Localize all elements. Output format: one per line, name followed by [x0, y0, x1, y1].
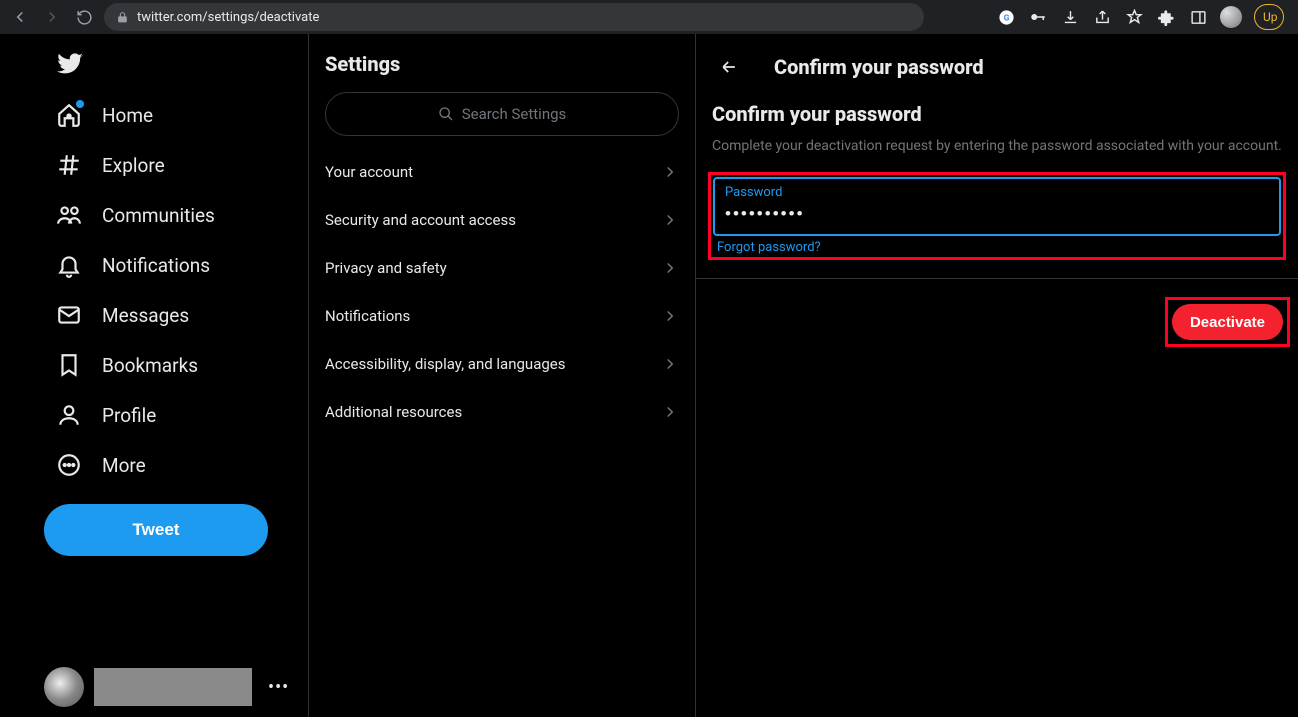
primary-nav: Home Explore Communities Notifications [0, 34, 308, 717]
forgot-password-link[interactable]: Forgot password? [713, 236, 1281, 255]
search-icon [438, 106, 454, 122]
nav-explore[interactable]: Explore [44, 140, 308, 190]
settings-item-label: Notifications [325, 307, 410, 325]
main-column: Confirm your password Confirm your passw… [696, 34, 1298, 717]
svg-text:G: G [1003, 13, 1009, 23]
nav-label: Bookmarks [102, 354, 198, 377]
google-icon[interactable]: G [996, 7, 1016, 27]
chevron-right-icon [661, 355, 679, 373]
nav-label: Notifications [102, 254, 210, 277]
communities-icon [56, 202, 82, 228]
browser-reload-button[interactable] [72, 5, 96, 29]
account-name-redacted [94, 668, 252, 706]
settings-title: Settings [309, 44, 695, 92]
deactivate-button[interactable]: Deactivate [1172, 304, 1283, 340]
nav-bookmarks[interactable]: Bookmarks [44, 340, 308, 390]
address-bar[interactable]: twitter.com/settings/deactivate [104, 3, 924, 31]
nav-home[interactable]: Home [44, 90, 308, 140]
nav-messages[interactable]: Messages [44, 290, 308, 340]
address-url: twitter.com/settings/deactivate [137, 10, 319, 25]
highlight-password: Password Forgot password? [708, 172, 1286, 260]
browser-forward-button[interactable] [40, 5, 64, 29]
section-description: Complete your deactivation request by en… [696, 138, 1298, 172]
notification-dot [76, 100, 84, 108]
nav-notifications[interactable]: Notifications [44, 240, 308, 290]
settings-column: Settings Search Settings Your account Se… [308, 34, 696, 717]
person-icon [56, 402, 82, 428]
settings-item-label: Additional resources [325, 403, 462, 421]
divider [696, 278, 1298, 279]
settings-item-label: Your account [325, 163, 413, 181]
share-icon[interactable] [1092, 7, 1112, 27]
settings-item-notifications[interactable]: Notifications [309, 292, 695, 340]
settings-item-label: Accessibility, display, and languages [325, 355, 565, 373]
search-placeholder: Search Settings [462, 105, 567, 123]
chevron-right-icon [661, 307, 679, 325]
section-title: Confirm your password [696, 98, 1298, 138]
hashtag-icon [56, 152, 82, 178]
settings-item-privacy[interactable]: Privacy and safety [309, 244, 695, 292]
upgrade-button[interactable]: Up [1254, 4, 1284, 30]
bookmark-icon [56, 352, 82, 378]
browser-chrome: twitter.com/settings/deactivate G Up [0, 0, 1298, 34]
nav-label: Home [102, 104, 153, 127]
tweet-button[interactable]: Tweet [44, 504, 268, 556]
chevron-right-icon [661, 403, 679, 421]
settings-item-additional[interactable]: Additional resources [309, 388, 695, 436]
chevron-right-icon [661, 259, 679, 277]
nav-label: Communities [102, 204, 215, 227]
back-button[interactable] [712, 50, 746, 84]
nav-label: Profile [102, 404, 156, 427]
settings-item-security[interactable]: Security and account access [309, 196, 695, 244]
page: Home Explore Communities Notifications [0, 34, 1298, 717]
chevron-right-icon [661, 211, 679, 229]
panel-icon[interactable] [1188, 7, 1208, 27]
extensions-icon[interactable] [1156, 7, 1176, 27]
password-label: Password [725, 185, 1269, 200]
ellipsis-icon: ••• [262, 677, 295, 698]
nav-more[interactable]: More [44, 440, 308, 490]
settings-item-accessibility[interactable]: Accessibility, display, and languages [309, 340, 695, 388]
account-avatar [44, 667, 84, 707]
twitter-logo[interactable] [44, 44, 308, 90]
envelope-icon [56, 302, 82, 328]
settings-item-account[interactable]: Your account [309, 148, 695, 196]
password-field[interactable]: Password [713, 177, 1281, 236]
profile-avatar-icon[interactable] [1220, 6, 1242, 28]
download-icon[interactable] [1060, 7, 1080, 27]
search-settings-input[interactable]: Search Settings [325, 92, 679, 136]
settings-item-label: Security and account access [325, 211, 516, 229]
lock-icon [116, 11, 129, 24]
browser-right-icons: G Up [996, 4, 1290, 30]
nav-label: Explore [102, 154, 165, 177]
account-menu[interactable]: ••• [44, 667, 295, 707]
home-icon [56, 102, 82, 128]
password-input[interactable] [725, 200, 1269, 224]
settings-item-label: Privacy and safety [325, 259, 447, 277]
nav-label: Messages [102, 304, 189, 327]
highlight-deactivate: Deactivate [1165, 297, 1290, 347]
header-title: Confirm your password [774, 55, 984, 79]
chevron-right-icon [661, 163, 679, 181]
nav-label: More [102, 454, 146, 477]
browser-back-button[interactable] [8, 5, 32, 29]
key-icon[interactable] [1028, 7, 1048, 27]
nav-communities[interactable]: Communities [44, 190, 308, 240]
nav-profile[interactable]: Profile [44, 390, 308, 440]
bell-icon [56, 252, 82, 278]
main-header: Confirm your password [696, 44, 1298, 98]
bookmark-star-icon[interactable] [1124, 7, 1144, 27]
more-circle-icon [56, 452, 82, 478]
